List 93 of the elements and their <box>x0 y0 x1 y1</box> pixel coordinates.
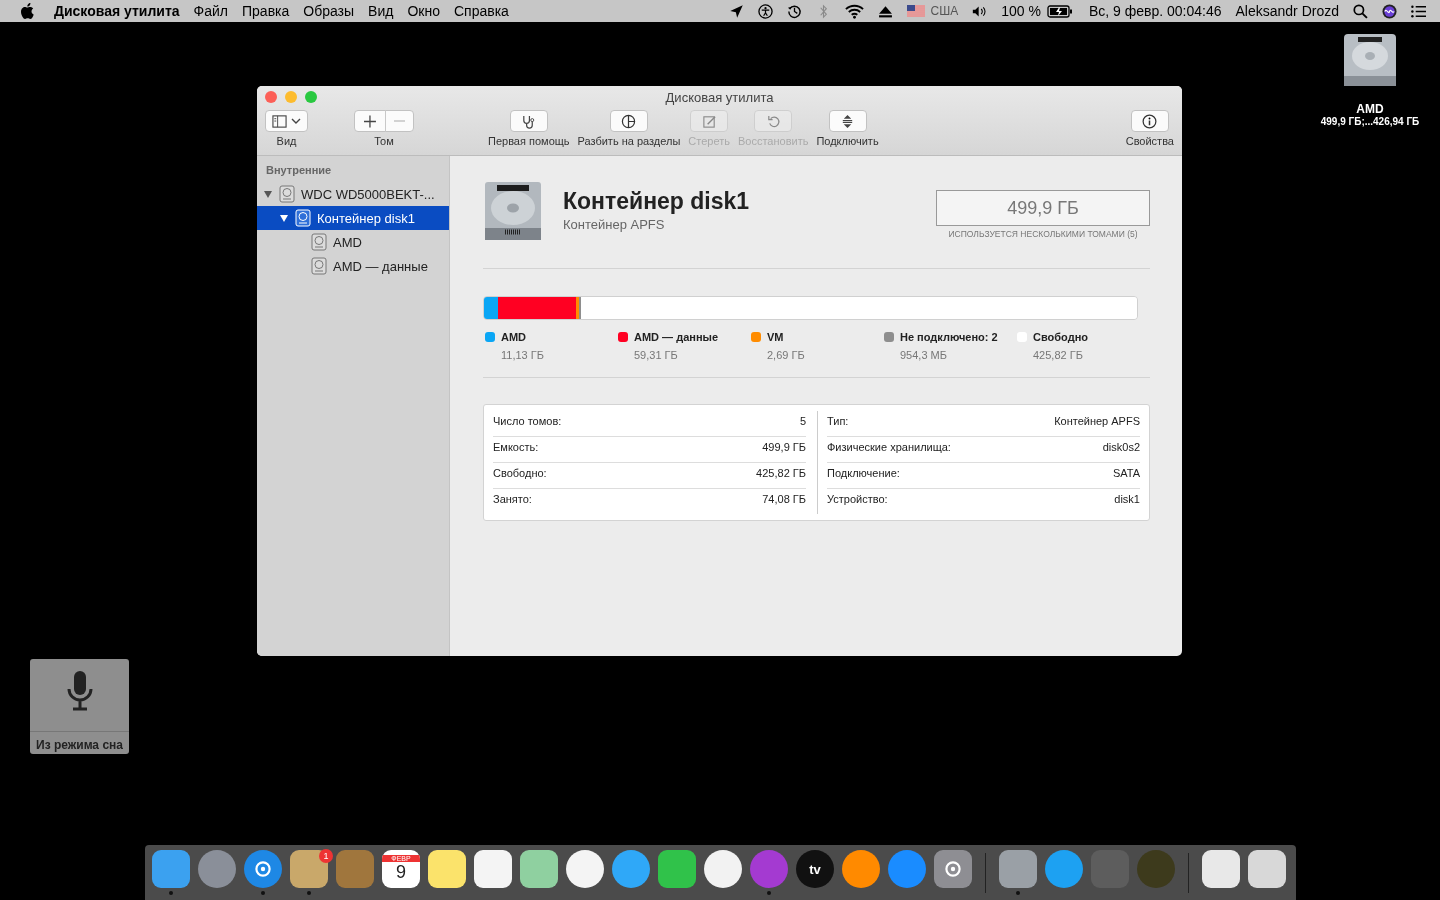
menu-item[interactable]: Правка <box>242 3 290 19</box>
toolbar-label: Вид <box>276 135 297 147</box>
sidebar-item[interactable]: AMD <box>257 230 449 254</box>
info-value: 499,9 ГБ <box>762 440 806 453</box>
legend-label: VM <box>767 331 784 343</box>
container-type: Контейнер APFS <box>563 217 666 232</box>
menu-clock[interactable]: Вс, 9 февр. 00:04:46 <box>1088 3 1222 19</box>
search-icon[interactable] <box>1353 3 1368 19</box>
tv-label: tv <box>809 861 821 877</box>
container-title: Контейнер disk1 <box>563 188 750 215</box>
info-value: Контейнер APFS <box>1054 414 1140 427</box>
sidebar-icon <box>272 113 287 129</box>
menu-item[interactable]: Справка <box>454 3 509 19</box>
pencil-square-icon <box>701 113 717 129</box>
calendar-day: 9 <box>396 862 406 883</box>
eject-icon[interactable] <box>877 3 893 19</box>
dictation-label: Из режима сна <box>30 731 129 752</box>
toolbar-button[interactable] <box>1130 110 1169 132</box>
flag-icon[interactable] <box>906 5 925 17</box>
toolbar-label: Том <box>374 135 394 147</box>
user-name[interactable]: Aleksandr Drozd <box>1235 3 1339 19</box>
app-menu[interactable]: Дисковая утилита <box>54 3 180 19</box>
notification-badge: 1 <box>319 848 333 863</box>
sidebar-item[interactable]: AMD — данные <box>257 254 449 278</box>
capacity-box: 499,9 ГБ <box>936 190 1150 226</box>
capacity-note: ИСПОЛЬЗУЕТСЯ НЕСКОЛЬКИМИ ТОМАМИ (5) <box>948 229 1138 239</box>
menu-item[interactable]: Вид <box>368 3 394 19</box>
toolbar-label: Разбить на разделы <box>577 135 681 147</box>
info-label: Емкость: <box>493 440 539 453</box>
info-value: SATA <box>1112 466 1140 479</box>
info-value: 425,82 ГБ <box>756 466 806 479</box>
info-label: Устройство: <box>827 492 888 505</box>
info-icon <box>1142 113 1158 129</box>
toolbar-button[interactable] <box>609 110 648 132</box>
clock-history-icon[interactable] <box>786 3 802 19</box>
disclosure-triangle-icon[interactable] <box>263 189 273 199</box>
plus-icon <box>363 113 377 129</box>
sidebar-item-label: WDC WD5000BEKT-... <box>301 186 435 202</box>
toolbar-button[interactable] <box>828 110 867 132</box>
menu-item[interactable]: Образы <box>303 3 355 19</box>
stethoscope-icon <box>521 113 537 129</box>
toolbar-button[interactable] <box>509 110 548 132</box>
accessibility-icon[interactable] <box>757 3 773 19</box>
apple-logo-icon[interactable] <box>20 3 34 19</box>
info-label: Физические хранилища: <box>827 440 951 453</box>
battery-percent[interactable]: 100 % <box>1001 3 1041 19</box>
sidebar-item[interactable]: WDC WD5000BEKT-... <box>257 182 449 206</box>
legend-value: 954,3 МБ <box>900 349 948 361</box>
ring-icon <box>252 858 274 880</box>
sidebar-item-label: AMD <box>333 234 362 250</box>
wifi-icon[interactable] <box>844 3 864 19</box>
siri-icon[interactable] <box>1382 3 1397 19</box>
menu-item[interactable]: Окно <box>407 3 440 19</box>
sidebar-item-label: Контейнер disk1 <box>317 210 415 226</box>
info-value: disk0s2 <box>1102 440 1140 453</box>
info-value: 5 <box>799 414 806 427</box>
info-label: Число томов: <box>493 414 562 427</box>
legend-label: Не подключено: 2 <box>900 331 998 343</box>
info-label: Свободно: <box>493 466 547 479</box>
legend-value: 11,13 ГБ <box>501 349 545 361</box>
toolbar-label: Первая помощь <box>488 135 570 147</box>
ring-icon <box>942 858 964 880</box>
sidebar-item-label: AMD — данные <box>333 258 428 274</box>
info-value: disk1 <box>1114 492 1140 505</box>
info-label: Тип: <box>827 414 849 427</box>
disclosure-triangle-icon[interactable] <box>279 213 289 223</box>
dock-item[interactable]: tv <box>795 846 835 899</box>
sidebar-section-header: Внутренние <box>265 164 333 178</box>
menu-item[interactable]: Файл <box>193 3 228 19</box>
legend-label: AMD <box>501 331 527 343</box>
window-title: Дисковая утилита <box>665 89 774 105</box>
toolbar-label: Свойства <box>1125 135 1174 147</box>
pie-chart-icon <box>621 113 637 129</box>
sidebar-item[interactable]: Контейнер disk1 <box>257 206 449 230</box>
legend-value: 425,82 ГБ <box>1033 349 1084 361</box>
minus-icon <box>393 120 405 122</box>
input-source[interactable]: США <box>930 4 959 18</box>
legend-value: 59,31 ГБ <box>634 349 679 361</box>
info-label: Подключение: <box>827 466 900 479</box>
list-icon[interactable] <box>1411 3 1426 19</box>
info-value: 74,08 ГБ <box>762 492 806 505</box>
undo-arrow-icon <box>765 113 781 129</box>
legend-value: 2,69 ГБ <box>767 349 806 361</box>
battery-charging-icon[interactable] <box>1046 4 1073 18</box>
toolbar-label: Подключить <box>816 135 879 147</box>
legend-label: Свободно <box>1033 331 1088 343</box>
chevron-down-icon <box>291 118 301 124</box>
location-arrow-icon[interactable] <box>728 3 744 19</box>
volume-info: 499,9 ГБ;...426,94 ГБ <box>1320 116 1420 127</box>
volume-name: AMD <box>1356 102 1384 116</box>
info-label: Занято: <box>493 492 532 505</box>
add-remove-button[interactable] <box>354 110 414 132</box>
legend-label: AMD — данные <box>634 331 719 343</box>
